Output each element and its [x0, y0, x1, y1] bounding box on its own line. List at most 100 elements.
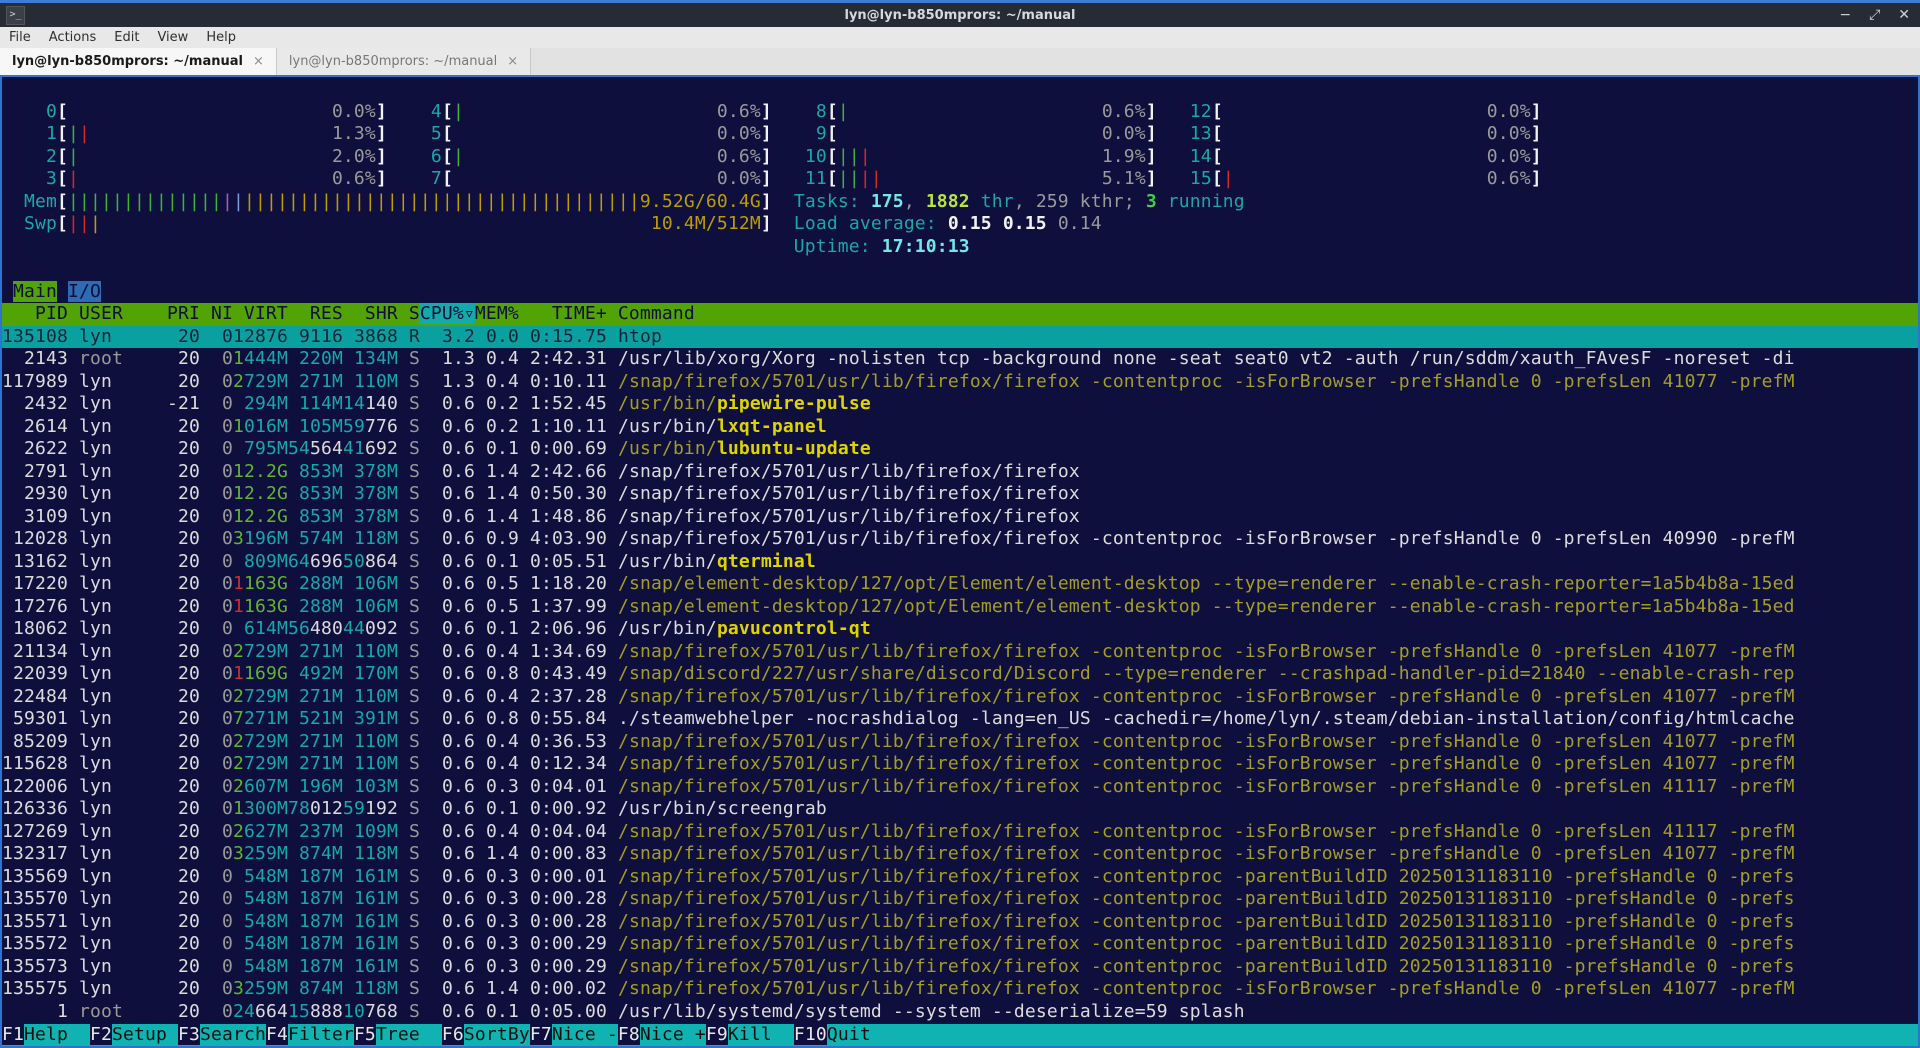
text-segment — [68, 821, 79, 842]
fkey-action-label[interactable]: Help — [24, 1024, 90, 1045]
close-tab-icon[interactable]: × — [507, 54, 518, 69]
fkey-action-label[interactable]: Kill — [728, 1024, 794, 1045]
fkey-action-label[interactable]: Filter — [288, 1024, 354, 1045]
process-row[interactable]: 135571 lyn 20 0 548M 187M 161M S 0.6 0.3… — [2, 911, 1918, 934]
process-row[interactable]: 59301 lyn 20 07271M 521M 391M S 0.6 0.8 … — [2, 708, 1918, 731]
process-row[interactable]: 2143 root 20 01444M 220M 134M S 1.3 0.4 … — [2, 348, 1918, 371]
fkey-number[interactable]: F9 — [706, 1024, 728, 1045]
process-row[interactable]: 117989 lyn 20 02729M 271M 110M S 1.3 0.4… — [2, 371, 1918, 394]
menu-help[interactable]: Help — [197, 30, 245, 45]
text-segment: [ — [442, 146, 453, 167]
menu-file[interactable]: File — [0, 30, 40, 45]
text-segment: 492M — [299, 663, 343, 684]
fkey-action-label[interactable]: Nice + — [640, 1024, 706, 1045]
process-row[interactable]: 21134 lyn 20 02729M 271M 110M S 0.6 0.4 … — [2, 641, 1918, 664]
process-row[interactable]: 2432 lyn -21 0 294M 114M14140 S 0.6 0.2 … — [2, 393, 1918, 416]
fkey-action-label[interactable]: Setup — [112, 1024, 178, 1045]
screen-tabs-row[interactable]: Main I/O — [2, 281, 1918, 304]
process-row[interactable]: 115628 lyn 20 02729M 271M 110M S 0.6 0.4… — [2, 753, 1918, 776]
process-row[interactable]: 135570 lyn 20 0 548M 187M 161M S 0.6 0.3… — [2, 888, 1918, 911]
text-segment — [343, 573, 354, 594]
process-row[interactable]: 17220 lyn 20 01163G 288M 106M S 0.6 0.5 … — [2, 573, 1918, 596]
text-segment: 4 — [409, 101, 442, 122]
text-segment: S — [409, 776, 420, 797]
process-row[interactable]: 126336 lyn 20 01300M7801259192 S 0.6 0.1… — [2, 798, 1918, 821]
fkey-action-label[interactable]: Quit — [827, 1024, 893, 1045]
fkey-action-label[interactable]: SortBy — [464, 1024, 530, 1045]
function-key-bar[interactable]: F1Help F2Setup F3SearchF4FilterF5Tree F6… — [2, 1024, 1918, 1047]
menu-actions[interactable]: Actions — [40, 30, 106, 45]
process-row[interactable]: 1 root 20 0246641588810768 S 0.6 0.1 0:0… — [2, 1001, 1918, 1024]
close-button[interactable]: ✕ — [1898, 7, 1910, 23]
fkey-number[interactable]: F10 — [794, 1024, 827, 1045]
text-segment: | — [838, 101, 849, 122]
terminal-tab-active[interactable]: lyn@lyn-b850mprors: ~/manual × — [0, 48, 277, 75]
text-segment — [882, 168, 1102, 189]
fkey-number[interactable]: F8 — [618, 1024, 640, 1045]
process-row[interactable]: 22039 lyn 20 01169G 492M 170M S 0.6 0.8 … — [2, 663, 1918, 686]
fkey-number[interactable]: F5 — [354, 1024, 376, 1045]
process-row[interactable]: 22484 lyn 20 02729M 271M 110M S 0.6 0.4 … — [2, 686, 1918, 709]
process-row[interactable]: 122006 lyn 20 02607M 196M 103M S 0.6 0.3… — [2, 776, 1918, 799]
process-row[interactable]: 135569 lyn 20 0 548M 187M 161M S 0.6 0.3… — [2, 866, 1918, 889]
minimize-button[interactable]: − — [1839, 7, 1851, 23]
terminal[interactable]: 0[ 0.0%] 4[| 0.6%] 8[| 0.6%] 12[ 0.0%] 1… — [0, 75, 1920, 1048]
text-segment: 768 — [365, 1001, 398, 1022]
close-tab-icon[interactable]: × — [253, 54, 264, 69]
process-row[interactable]: 135572 lyn 20 0 548M 187M 161M S 0.6 0.3… — [2, 933, 1918, 956]
process-row[interactable]: 18062 lyn 20 0 614M5648044092 S 0.6 0.1 … — [2, 618, 1918, 641]
fkey-number[interactable]: F6 — [442, 1024, 464, 1045]
text-segment — [68, 618, 79, 639]
fkey-number[interactable]: F3 — [178, 1024, 200, 1045]
text-segment — [68, 708, 79, 729]
text-segment: 012 — [310, 798, 343, 819]
text-segment: 0.8 — [475, 663, 519, 684]
text-segment: | — [68, 168, 79, 189]
text-segment — [607, 348, 618, 369]
text-segment: | — [849, 168, 860, 189]
table-header-row[interactable]: PID USER PRI NI VIRT RES SHR SCPU%▿MEM% … — [2, 303, 1918, 326]
process-row[interactable]: 17276 lyn 20 01163G 288M 106M S 0.6 0.5 … — [2, 596, 1918, 619]
fkey-action-label[interactable]: Search — [200, 1024, 266, 1045]
text-segment: 0 — [200, 911, 233, 932]
text-segment: 0.6 — [420, 416, 475, 437]
fkey-number[interactable]: F2 — [90, 1024, 112, 1045]
terminal-tab-inactive[interactable]: lyn@lyn-b850mprors: ~/manual × — [277, 48, 531, 75]
text-segment: 853M — [299, 461, 343, 482]
text-segment: 135569 — [2, 866, 68, 887]
process-row[interactable]: 2622 lyn 20 0 795M5456441692 S 0.6 0.1 0… — [2, 438, 1918, 461]
fkey-number[interactable]: F4 — [266, 1024, 288, 1045]
maximize-button[interactable]: ⤢ — [1869, 7, 1880, 23]
process-row[interactable]: 85209 lyn 20 02729M 271M 110M S 0.6 0.4 … — [2, 731, 1918, 754]
process-row[interactable]: 2930 lyn 20 012.2G 853M 378M S 0.6 1.4 0… — [2, 483, 1918, 506]
text-segment: 0.6 — [420, 753, 475, 774]
text-segment — [1223, 123, 1487, 144]
process-row-selected[interactable]: 135108 lyn 20 012876 9116 3868 R 3.2 0.0… — [2, 326, 1918, 349]
text-segment: 17220 — [2, 573, 68, 594]
fkey-number[interactable]: F1 — [2, 1024, 24, 1045]
fkey-action-label[interactable]: Tree — [376, 1024, 442, 1045]
menu-edit[interactable]: Edit — [105, 30, 148, 45]
fkey-number[interactable]: F7 — [530, 1024, 552, 1045]
process-row[interactable]: 12028 lyn 20 03196M 574M 118M S 0.6 0.9 … — [2, 528, 1918, 551]
text-segment: 0:55.84 — [519, 708, 607, 729]
text-segment — [2, 213, 24, 234]
text-segment: 2:37.28 — [519, 686, 607, 707]
text-segment: | — [453, 101, 464, 122]
process-row[interactable]: 3109 lyn 20 012.2G 853M 378M S 0.6 1.4 1… — [2, 506, 1918, 529]
text-segment: 0:00.92 — [519, 798, 607, 819]
process-row[interactable]: 127269 lyn 20 02627M 237M 109M S 0.6 0.4… — [2, 821, 1918, 844]
text-segment: 2.0% — [332, 146, 376, 167]
fkey-action-label[interactable]: Nice - — [552, 1024, 618, 1045]
text-segment: 0.3 — [475, 911, 519, 932]
text-segment: 664 — [255, 1001, 288, 1022]
process-row[interactable]: 135573 lyn 20 0 548M 187M 161M S 0.6 0.3… — [2, 956, 1918, 979]
process-row[interactable]: 2791 lyn 20 012.2G 853M 378M S 0.6 1.4 2… — [2, 461, 1918, 484]
menu-view[interactable]: View — [148, 30, 197, 45]
process-row[interactable]: 135575 lyn 20 03259M 874M 118M S 0.6 1.4… — [2, 978, 1918, 1001]
process-row[interactable]: 132317 lyn 20 03259M 874M 118M S 0.6 1.4… — [2, 843, 1918, 866]
text-segment: 0:04.04 — [519, 821, 607, 842]
window-titlebar[interactable]: >_ lyn@lyn-b850mprors: ~/manual − ⤢ ✕ — [0, 3, 1920, 27]
process-row[interactable]: 13162 lyn 20 0 809M6469650864 S 0.6 0.1 … — [2, 551, 1918, 574]
process-row[interactable]: 2614 lyn 20 01016M 105M59776 S 0.6 0.2 1… — [2, 416, 1918, 439]
